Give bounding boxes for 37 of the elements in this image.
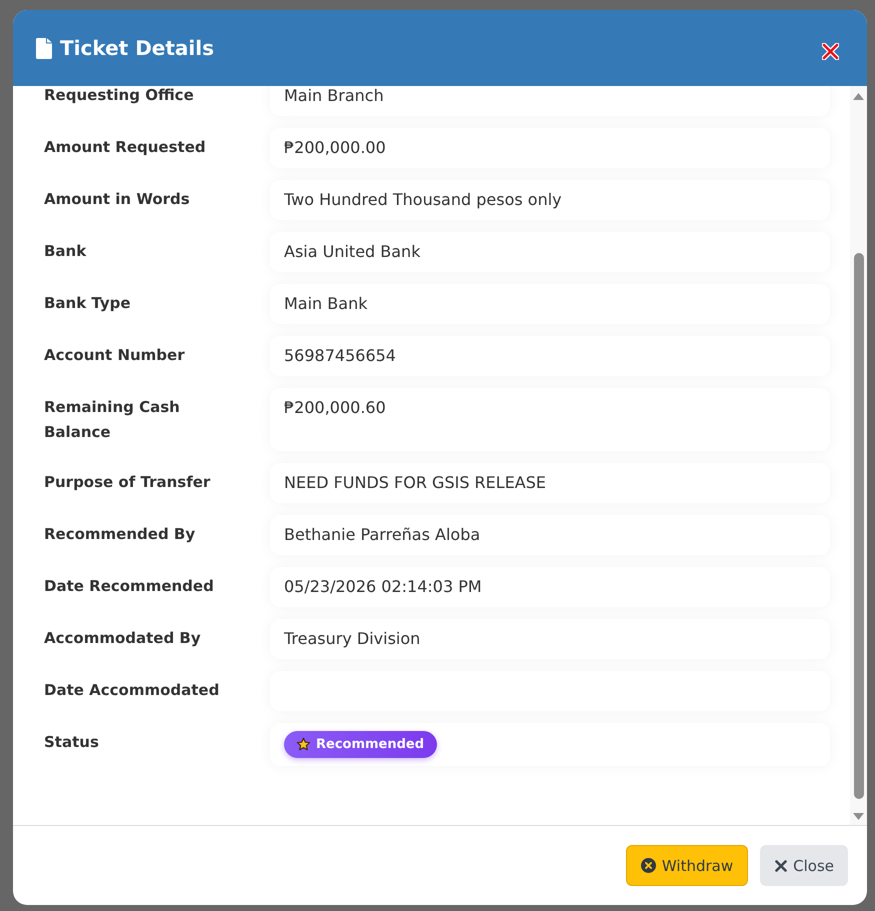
field-value: 05/23/2026 02:14:03 PM <box>270 567 830 607</box>
field-label: Bank <box>44 241 88 262</box>
field-label: Status <box>44 732 100 753</box>
field-label: Accommodated By <box>44 628 202 649</box>
scroll-down-arrow-icon[interactable] <box>853 813 864 820</box>
close-icon <box>775 860 788 872</box>
field-label: Requesting Office <box>44 86 195 106</box>
field-label: Recommended By <box>44 524 196 545</box>
close-icon <box>822 42 839 60</box>
dialog-close-button[interactable] <box>822 42 839 60</box>
field-label: Date Recommended <box>44 576 215 597</box>
document-icon <box>36 38 52 58</box>
field-value: Bethanie Parreñas Aloba <box>270 515 830 555</box>
scrollbar-thumb[interactable] <box>854 253 864 799</box>
field-value: ₱200,000.60 <box>270 388 830 451</box>
field-label: Remaining Cash Balance <box>44 397 181 443</box>
field-value: Two Hundred Thousand pesos only <box>270 180 830 220</box>
field-value: Asia United Bank <box>270 232 830 272</box>
withdraw-button[interactable]: Withdraw <box>626 845 748 886</box>
field-value: Main Bank <box>270 284 830 324</box>
star-icon <box>296 737 311 752</box>
field-label: Purpose of Transfer <box>44 472 212 493</box>
field-label: Bank Type <box>44 293 132 314</box>
dialog-title: Ticket Details <box>60 35 214 62</box>
field-label: Date Accommodated <box>44 680 220 701</box>
status-badge: Recommended <box>284 731 438 758</box>
field-value: NEED FUNDS FOR GSIS RELEASE <box>270 463 830 503</box>
circle-x-icon <box>640 858 656 873</box>
scroll-up-arrow-icon[interactable] <box>853 93 864 100</box>
close-button[interactable]: Close <box>760 845 848 886</box>
field-value: 56987456654 <box>270 336 830 376</box>
field-value: Treasury Division <box>270 619 830 659</box>
field-value: ₱200,000.00 <box>270 128 830 168</box>
field-label: Amount Requested <box>44 137 207 158</box>
field-value: Main Branch <box>270 86 830 116</box>
field-label: Account Number <box>44 345 186 366</box>
field-label: Amount in Words <box>44 189 191 210</box>
